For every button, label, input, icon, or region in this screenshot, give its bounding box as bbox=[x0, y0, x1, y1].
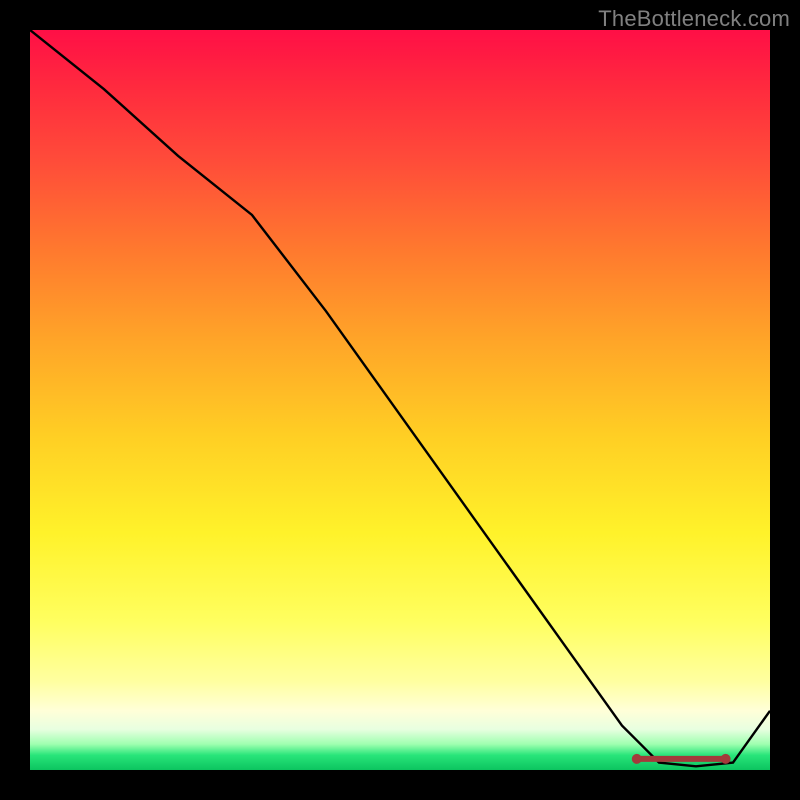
chart-svg bbox=[30, 30, 770, 770]
optimal-range-end-dot bbox=[721, 754, 731, 764]
optimal-range-start-dot bbox=[632, 754, 642, 764]
bottleneck-curve bbox=[30, 30, 770, 766]
attribution-text: TheBottleneck.com bbox=[598, 6, 790, 32]
chart-plot-area bbox=[30, 30, 770, 770]
